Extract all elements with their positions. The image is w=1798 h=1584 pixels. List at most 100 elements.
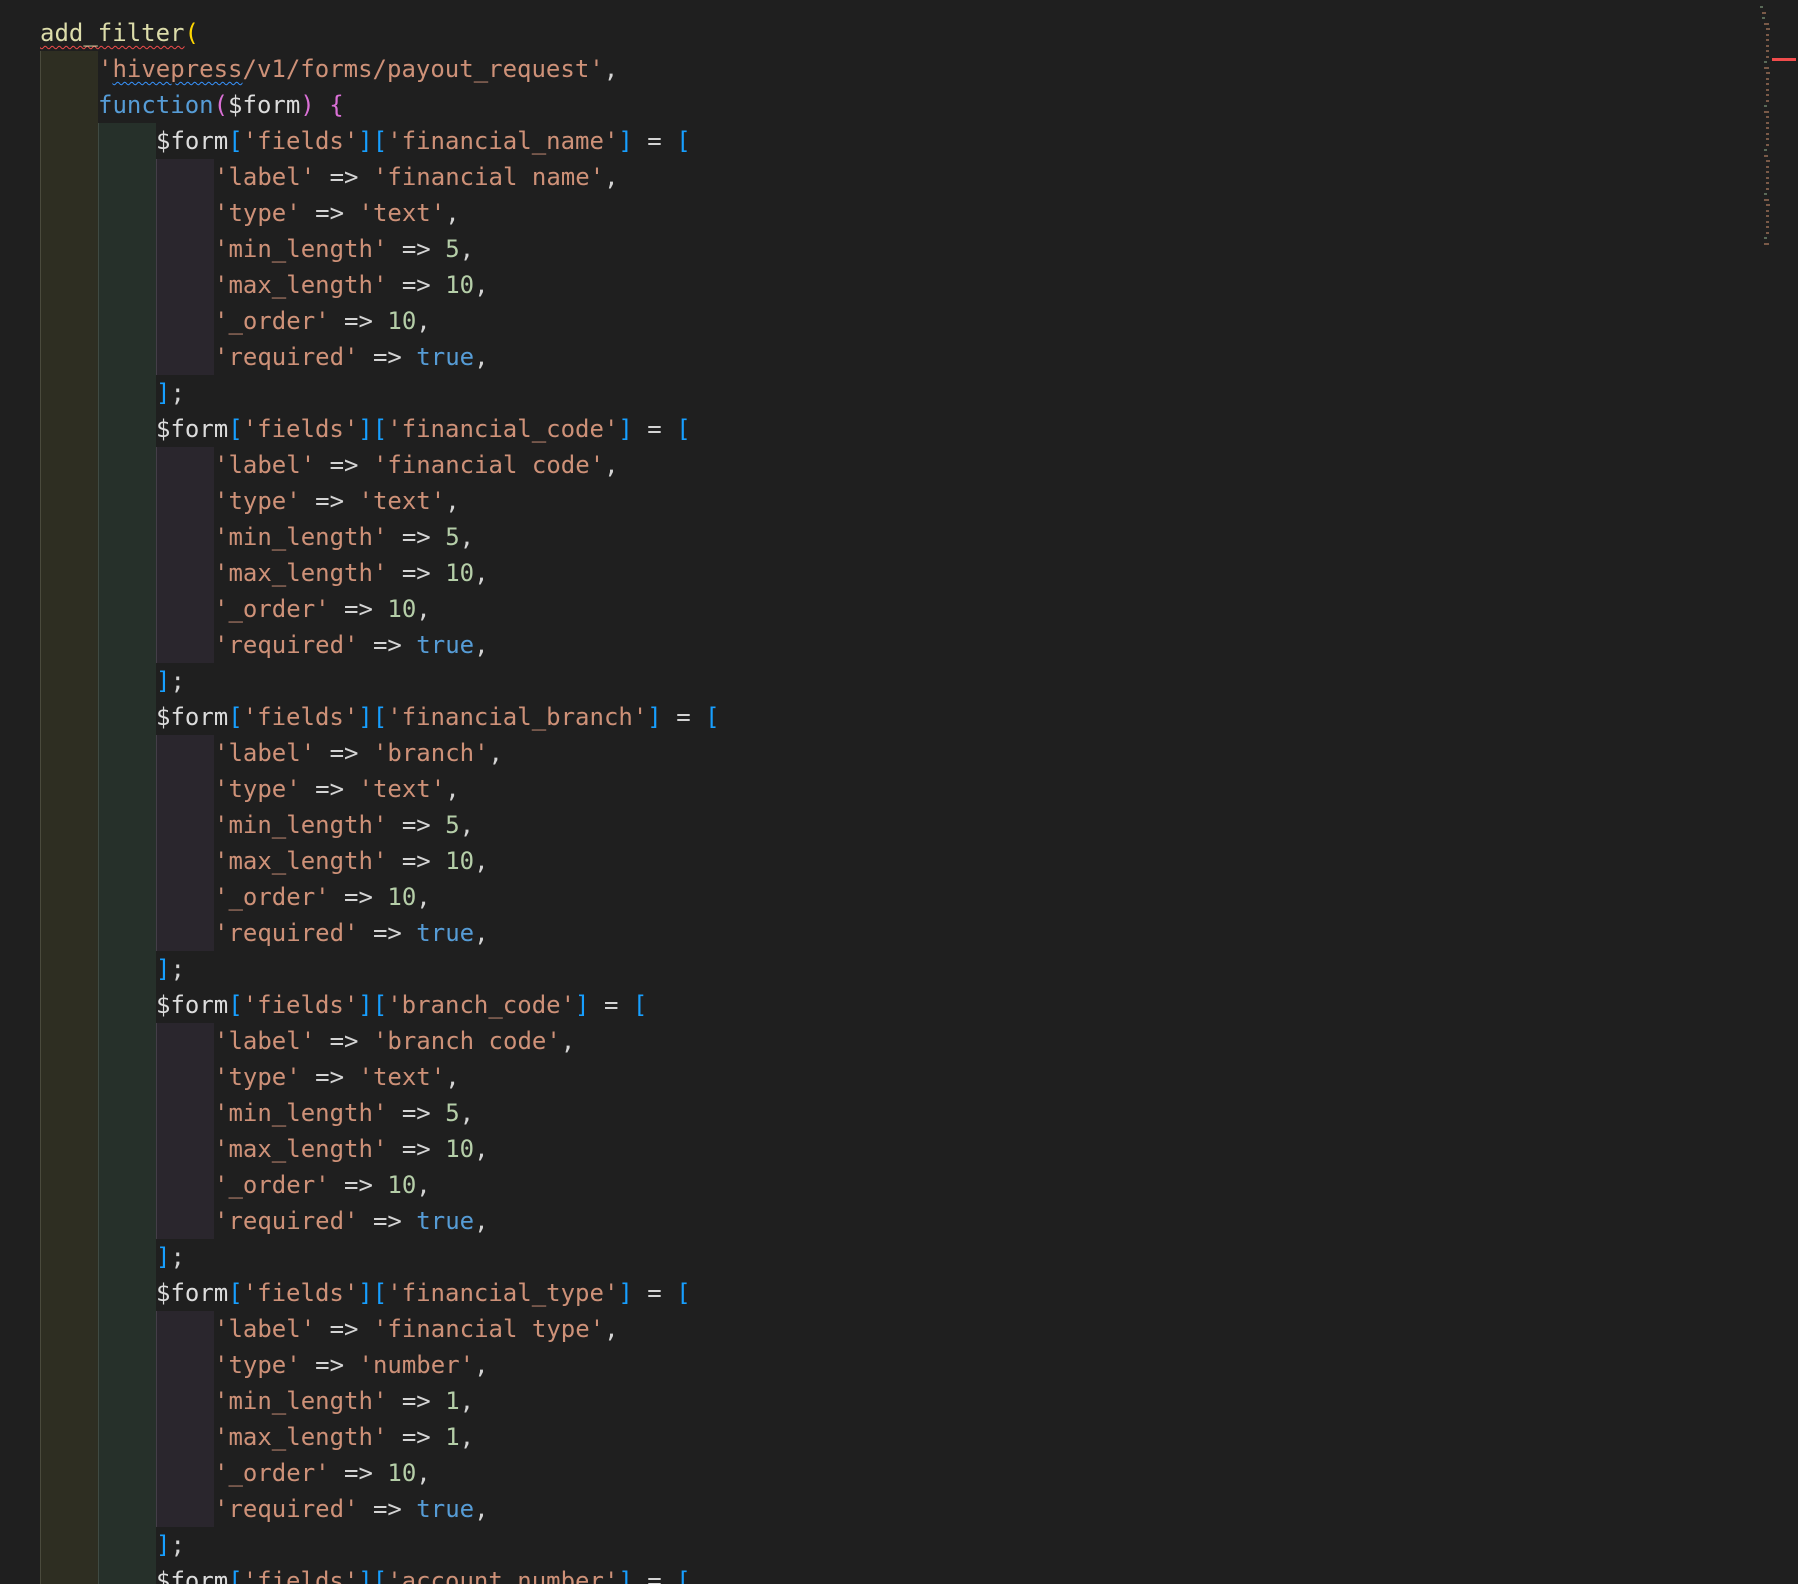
code-line[interactable]: '_order' => 10, (40, 1167, 720, 1203)
code-line[interactable]: 'max_length' => 10, (40, 1131, 720, 1167)
code-line[interactable]: 'max_length' => 10, (40, 267, 720, 303)
code-line[interactable]: 'required' => true, (40, 339, 720, 375)
code-token: 'financial name' (372, 163, 605, 191)
code-line[interactable]: ]; (40, 1527, 720, 1563)
code-line-text: 'min_length' => 1, (214, 1387, 474, 1415)
code-token: ] (575, 991, 590, 1019)
code-line[interactable]: add_filter( (40, 15, 720, 51)
minimap[interactable] (1760, 0, 1798, 1584)
code-token: 'min_length' (214, 523, 388, 551)
code-line[interactable]: 'type' => 'text', (40, 195, 720, 231)
code-line[interactable]: ]; (40, 951, 720, 987)
code-line[interactable]: 'min_length' => 5, (40, 807, 720, 843)
code-token: => (300, 1063, 359, 1091)
code-line[interactable]: 'type' => 'text', (40, 771, 720, 807)
indent-guide (40, 627, 98, 663)
code-line[interactable]: '_order' => 10, (40, 879, 720, 915)
indent-guide (40, 123, 98, 159)
code-line-text: ]; (156, 667, 185, 695)
indent-guide (40, 987, 98, 1023)
code-line[interactable]: 'max_length' => 10, (40, 555, 720, 591)
indent-guide (98, 1527, 156, 1563)
code-token: 'label' (214, 451, 316, 479)
code-token: ; (170, 955, 185, 983)
code-line-text: 'label' => 'financial name', (214, 163, 619, 191)
code-line[interactable]: 'required' => true, (40, 1203, 720, 1239)
code-token: => (358, 919, 417, 947)
indent-guide (156, 1455, 214, 1491)
indent-guide (156, 1059, 214, 1095)
code-token: => (387, 1099, 446, 1127)
code-token: ] (156, 667, 171, 695)
code-line[interactable]: 'label' => 'financial type', (40, 1311, 720, 1347)
code-line-text: $form['fields']['account_number'] = [ (156, 1567, 691, 1584)
code-line[interactable]: $form['fields']['branch_code'] = [ (40, 987, 720, 1023)
code-line[interactable]: 'min_length' => 5, (40, 519, 720, 555)
code-token: 'required' (214, 631, 359, 659)
minimap-line (1764, 61, 1767, 63)
code-token: => (358, 631, 417, 659)
code-line[interactable]: '_order' => 10, (40, 591, 720, 627)
code-line[interactable]: 'type' => 'number', (40, 1347, 720, 1383)
indent-guide (40, 735, 98, 771)
indent-guide (98, 1347, 156, 1383)
code-line[interactable]: $form['fields']['financial_code'] = [ (40, 411, 720, 447)
minimap-line (1766, 72, 1770, 74)
code-line[interactable]: 'min_length' => 5, (40, 231, 720, 267)
code-line[interactable]: function($form) { (40, 87, 720, 123)
code-line[interactable]: 'required' => true, (40, 915, 720, 951)
code-token: [ (372, 1567, 388, 1584)
code-token: => (387, 523, 446, 551)
code-line[interactable]: 'max_length' => 1, (40, 1419, 720, 1455)
indent-guide (156, 879, 214, 915)
code-line[interactable]: 'max_length' => 10, (40, 843, 720, 879)
code-token: ] (618, 415, 633, 443)
code-token: => (387, 847, 446, 875)
minimap-line (1766, 176, 1770, 179)
indent-guide (98, 411, 156, 447)
minimap-line (1764, 154, 1769, 157)
code-line[interactable]: 'type' => 'text', (40, 1059, 720, 1095)
code-line[interactable]: ]; (40, 375, 720, 411)
code-line-text: 'min_length' => 5, (214, 235, 474, 263)
minimap-line (1762, 17, 1765, 19)
code-line[interactable]: 'label' => 'branch code', (40, 1023, 720, 1059)
code-line[interactable]: 'required' => true, (40, 1491, 720, 1527)
code-token: 10 (445, 271, 475, 299)
code-token: $form (156, 1279, 229, 1307)
code-token: , (416, 595, 431, 623)
code-line[interactable]: $form['fields']['financial_name'] = [ (40, 123, 720, 159)
code-line-text: 'required' => true, (214, 1495, 489, 1523)
code-line[interactable]: 'label' => 'branch', (40, 735, 720, 771)
code-editor[interactable]: add_filter( 'hivepress/v1/forms/payout_re… (0, 0, 1740, 1584)
code-token: ] (156, 1243, 171, 1271)
code-line[interactable]: ]; (40, 663, 720, 699)
code-token: => (315, 1315, 373, 1343)
code-token: ( (213, 91, 229, 119)
code-token: [ (372, 1279, 388, 1307)
code-line[interactable]: 'required' => true, (40, 627, 720, 663)
code-line[interactable]: $form['fields']['account_number'] = [ (40, 1563, 720, 1584)
code-line-text: 'min_length' => 5, (214, 811, 474, 839)
code-line[interactable]: 'hivepress/v1/forms/payout_request', (40, 51, 720, 87)
code-line-text: '_order' => 10, (214, 595, 431, 623)
code-line[interactable]: '_order' => 10, (40, 303, 720, 339)
code-line[interactable]: ]; (40, 1239, 720, 1275)
code-line[interactable]: 'min_length' => 5, (40, 1095, 720, 1131)
code-token: ; (170, 667, 185, 695)
code-token: = (632, 1567, 677, 1584)
code-line[interactable]: 'label' => 'financial name', (40, 159, 720, 195)
code-line[interactable]: $form['fields']['financial_type'] = [ (40, 1275, 720, 1311)
code-line-text: 'max_length' => 10, (214, 1135, 489, 1163)
code-token: , (474, 1135, 489, 1163)
code-line[interactable]: $form['fields']['financial_branch'] = [ (40, 699, 720, 735)
minimap-line (1766, 121, 1769, 124)
code-token: => (387, 271, 446, 299)
code-line-text: 'hivepress/v1/forms/payout_request', (98, 55, 618, 83)
code-line[interactable]: 'type' => 'text', (40, 483, 720, 519)
code-line[interactable]: 'min_length' => 1, (40, 1383, 720, 1419)
code-line[interactable]: 'label' => 'financial code', (40, 447, 720, 483)
code-token: 'label' (214, 1315, 316, 1343)
code-lines[interactable]: add_filter( 'hivepress/v1/forms/payout_re… (40, 15, 720, 1584)
code-line[interactable]: '_order' => 10, (40, 1455, 720, 1491)
